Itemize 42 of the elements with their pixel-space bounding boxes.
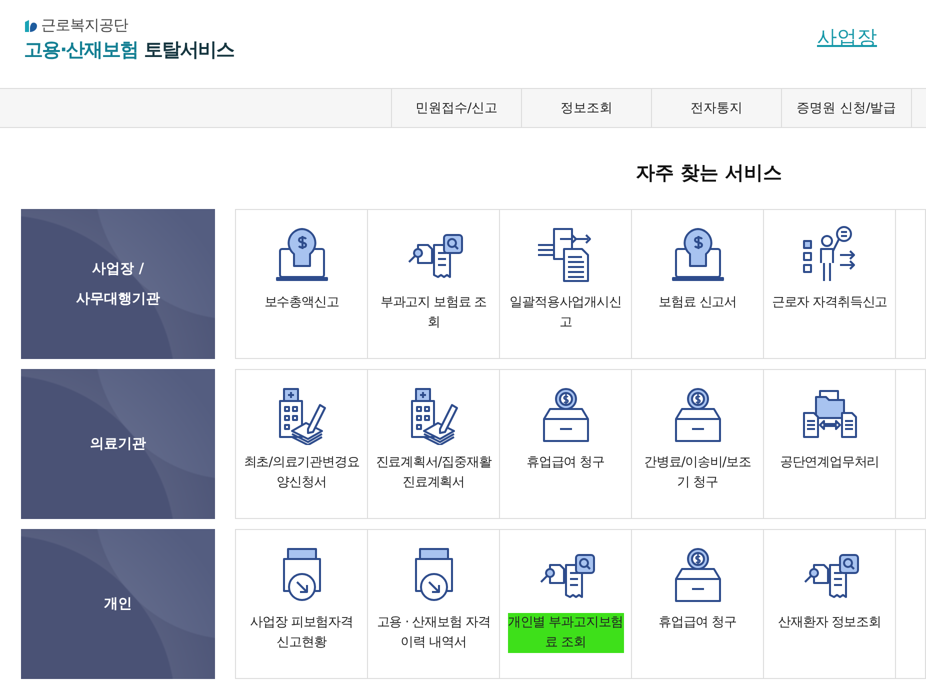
service-label: 개인별 부과고지보험료 조회 <box>508 613 624 653</box>
service-tile[interactable]: 휴업급여 청구 <box>632 530 764 678</box>
service-label: 보수총액신고 <box>263 294 340 312</box>
service-label: 부과고지 보험료 조회 <box>379 294 488 332</box>
category-label: 개인 <box>104 595 132 614</box>
service-tile[interactable]: 산재환자 정보조회 <box>764 530 896 678</box>
nav-item[interactable]: 민원접수/신고 <box>391 89 521 127</box>
service-tile[interactable]: 보수총액신고 <box>236 210 368 358</box>
service-tile[interactable]: 사업장 피보험자격 신고현황 <box>236 530 368 678</box>
nav-item[interactable]: 정보조회 <box>521 89 651 127</box>
service-tile[interactable]: 부과고지 보험료 조회 <box>368 210 500 358</box>
service-label: 최초/의료기관변경요양신청서 <box>244 454 360 492</box>
service-label: 근로자 자격취득신고 <box>772 294 888 312</box>
organization-name: 근로복지공단 <box>41 16 128 35</box>
service-label: 일괄적용사업개시신고 <box>508 294 622 332</box>
category-label: 의료기관 <box>90 435 146 454</box>
service-label: 휴업급여 청구 <box>658 614 738 632</box>
logo-icon <box>24 18 38 32</box>
service-tile[interactable]: 최초/의료기관변경요양신청서 <box>236 370 368 518</box>
service-label: 사업장 피보험자격 신고현황 <box>249 614 354 652</box>
service-tile[interactable]: 공단연계업무처리 <box>764 370 896 518</box>
service-title: 고용·산재보험 <box>24 38 138 63</box>
nav-item[interactable]: 전자통지 <box>651 89 781 127</box>
service-tile[interactable]: 휴업급여 청구 <box>500 370 632 518</box>
service-label: 진료계획서/집중재활진료계획서 <box>376 454 492 492</box>
service-tile[interactable]: 고용 · 산재보험 자격 이력 내역서 <box>368 530 500 678</box>
service-tile[interactable]: 보험료 신고서 <box>632 210 764 358</box>
service-label: 공단연계업무처리 <box>778 454 880 472</box>
service-tile[interactable]: 일괄적용사업개시신고 <box>500 210 632 358</box>
category-label: 사업장 / 사무대행기관 <box>76 260 160 309</box>
service-label: 산재환자 정보조회 <box>777 614 882 632</box>
service-tile[interactable]: 진료계획서/집중재활진료계획서 <box>368 370 500 518</box>
section-title: 자주 찾는 서비스 <box>636 161 784 186</box>
service-label: 보험료 신고서 <box>658 294 738 312</box>
nav-item[interactable]: 증명원 신청/발급 <box>781 89 911 127</box>
service-label: 간병료/이송비/보조기 청구 <box>643 454 752 492</box>
service-tile[interactable]: 간병료/이송비/보조기 청구 <box>632 370 764 518</box>
service-label: 고용 · 산재보험 자격 이력 내역서 <box>376 614 492 652</box>
service-tile[interactable]: 개인별 부과고지보험료 조회 <box>500 530 632 678</box>
service-tile[interactable]: 근로자 자격취득신고 <box>764 210 896 358</box>
service-subtitle: 토탈서비스 <box>144 38 234 63</box>
service-label: 휴업급여 청구 <box>526 454 606 472</box>
